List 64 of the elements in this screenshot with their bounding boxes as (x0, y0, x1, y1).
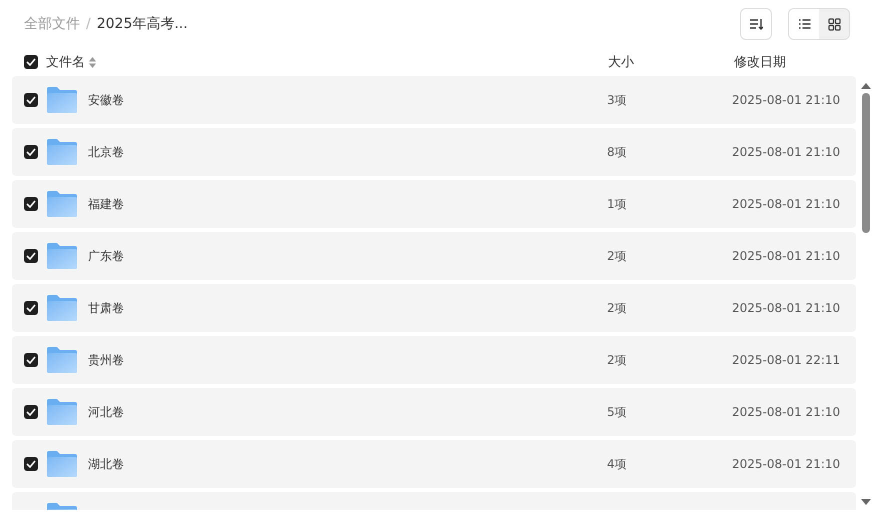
folder-icon (47, 87, 77, 113)
sort-arrows-icon[interactable] (89, 56, 96, 68)
file-row[interactable]: 甘肃卷 2项 2025-08-01 21:10 (12, 284, 856, 332)
modified-date: 2025-08-01 21:10 (732, 197, 842, 211)
breadcrumb-separator: / (86, 16, 91, 32)
checkbox[interactable] (24, 249, 38, 263)
item-count: 1项 (607, 196, 628, 212)
folder-icon (47, 347, 77, 373)
checkbox[interactable] (24, 55, 38, 69)
checkbox[interactable] (24, 457, 38, 471)
sort-icon (749, 18, 763, 30)
folder-icon (47, 191, 77, 217)
item-count: 8项 (607, 144, 628, 160)
file-row[interactable]: 福建卷 1项 2025-08-01 21:10 (12, 180, 856, 228)
item-count: 5项 (607, 404, 628, 420)
folder-icon (47, 243, 77, 269)
item-count: 2项 (607, 248, 628, 264)
folder-icon (47, 451, 77, 477)
list-view-button[interactable] (789, 9, 819, 39)
checkbox[interactable] (24, 197, 38, 211)
file-row[interactable]: 湖北卷 4项 2025-08-01 21:10 (12, 440, 856, 488)
scrollbar[interactable] (860, 82, 872, 506)
modified-date: 2025-08-01 21:10 (732, 145, 842, 159)
column-header[interactable]: 修改日期 (734, 53, 858, 71)
file-row[interactable]: 贵州卷 2项 2025-08-01 22:11 (12, 336, 856, 384)
file-name: 福建卷 (88, 196, 124, 212)
checkbox[interactable] (24, 353, 38, 367)
file-row[interactable]: 北京卷 8项 2025-08-01 21:10 (12, 128, 856, 176)
scroll-thumb[interactable] (862, 93, 870, 233)
folder-icon (47, 139, 77, 165)
modified-date: 2025-08-01 22:11 (732, 353, 842, 367)
scroll-up-arrow-icon[interactable] (861, 82, 871, 90)
file-row[interactable]: 广东卷 2项 2025-08-01 21:10 (12, 232, 856, 280)
folder-icon (47, 399, 77, 425)
list-icon (798, 18, 810, 30)
checkbox[interactable] (24, 405, 38, 419)
modified-date: 2025-08-01 21:10 (732, 457, 842, 471)
folder-icon (47, 295, 77, 321)
checkbox[interactable] (24, 145, 38, 159)
column-header[interactable]: 文件名 (46, 53, 85, 71)
sort-button[interactable] (740, 8, 772, 40)
scroll-down-arrow-icon[interactable] (861, 498, 871, 506)
file-name: 甘肃卷 (88, 300, 124, 316)
modified-date: 2025-08-01 21:10 (732, 301, 842, 315)
file-row[interactable]: 河北卷 5项 2025-08-01 21:10 (12, 388, 856, 436)
file-name: 湖北卷 (88, 456, 124, 472)
file-name: 河北卷 (88, 404, 124, 420)
file-name: 广东卷 (88, 248, 124, 264)
item-count: 4项 (607, 456, 628, 472)
file-row[interactable]: 安徽卷 3项 2025-08-01 21:10 (12, 76, 856, 124)
item-count: 2项 (607, 352, 628, 368)
modified-date: 2025-08-01 21:10 (732, 405, 842, 419)
file-name: 安徽卷 (88, 92, 124, 108)
checkbox[interactable] (24, 301, 38, 315)
checkbox[interactable] (24, 93, 38, 107)
grid-icon (828, 18, 840, 30)
column-header[interactable]: 大小 (608, 53, 734, 71)
item-count: 3项 (607, 92, 628, 108)
file-name: 贵州卷 (88, 352, 124, 368)
file-name: 北京卷 (88, 144, 124, 160)
breadcrumb-current: 2025年高考... (96, 15, 188, 33)
modified-date: 2025-08-01 21:10 (732, 249, 842, 263)
item-count: 2项 (607, 300, 628, 316)
modified-date: 2025-08-01 21:10 (732, 93, 842, 107)
